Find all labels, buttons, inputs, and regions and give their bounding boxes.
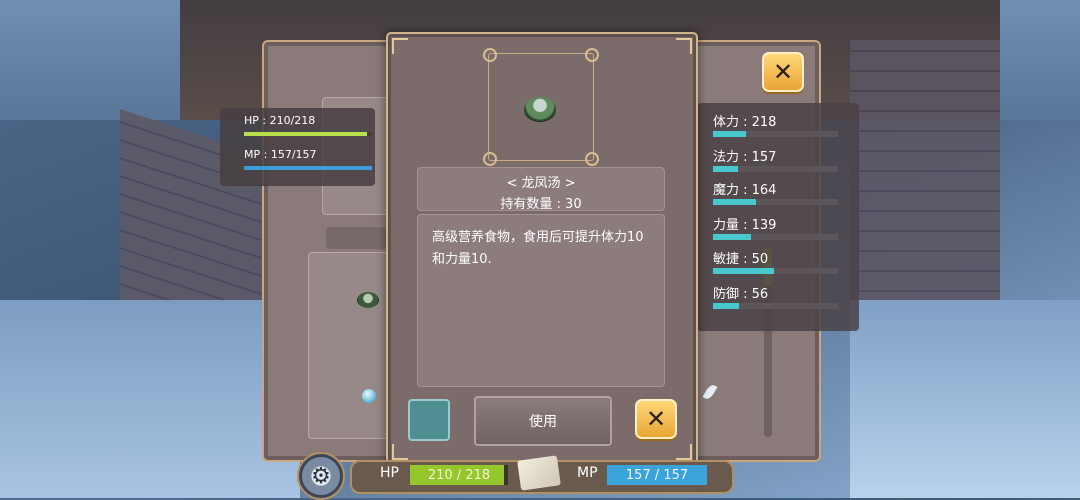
mp-label: MP : 157/157 (244, 148, 317, 161)
attribute-label: 力量 : 139 (713, 218, 777, 233)
scene-ice-right (850, 300, 1080, 498)
attribute-bar-fill (713, 166, 738, 172)
hud-hp-label: HP (380, 465, 399, 481)
inventory-grid (308, 252, 390, 439)
attribute-row: 魔力 : 164 (713, 179, 853, 209)
close-detail-button[interactable]: ✕ (635, 399, 677, 439)
attribute-label: 体力 : 218 (713, 115, 777, 130)
attribute-label: 魔力 : 164 (713, 183, 777, 198)
frame-ornament (392, 38, 408, 54)
frame-ornament (585, 48, 599, 62)
attribute-row: 力量 : 139 (713, 214, 853, 244)
hp-bar-fill (244, 132, 368, 136)
frame-ornament (483, 152, 497, 166)
soup-bowl-icon (524, 97, 556, 121)
item-description: 高级营养食物，食用后可提升体力10和力量10. (432, 230, 644, 267)
frame-ornament (676, 444, 692, 460)
tab-strip (326, 227, 386, 249)
attribute-row: 法力 : 157 (713, 146, 853, 176)
settings-button[interactable]: ⚙ (297, 452, 345, 500)
attribute-bar (713, 303, 838, 309)
attribute-row: 体力 : 218 (713, 111, 853, 141)
close-icon: ✕ (772, 58, 794, 86)
scene-ice-left (0, 300, 300, 498)
soup-bowl-icon[interactable] (357, 292, 379, 308)
attribute-row: 防御 : 56 (713, 283, 853, 313)
item-name: < 龙凤汤 > (506, 176, 576, 191)
quantity-slot[interactable] (408, 399, 450, 441)
mp-bar-fill (244, 166, 372, 170)
attribute-row: 敏捷 : 50 (713, 248, 853, 278)
gear-icon: ⚙ (311, 463, 331, 489)
frame-ornament (585, 152, 599, 166)
attribute-label: 敏捷 : 50 (713, 252, 769, 267)
orb-item-icon[interactable] (362, 389, 376, 403)
attribute-bar-fill (713, 268, 775, 274)
feather-item-icon[interactable] (702, 383, 718, 401)
hp-bar (244, 132, 372, 136)
attribute-bar-fill (713, 131, 746, 137)
attribute-bar (713, 199, 838, 205)
use-button[interactable]: 使用 (474, 396, 612, 446)
attribute-bar-fill (713, 199, 756, 205)
item-name-box: < 龙凤汤 > 持有数量 : 30 (417, 167, 665, 212)
item-description-box: 高级营养食物，食用后可提升体力10和力量10. (417, 214, 665, 387)
status-hud: HP 210 / 218 MP 157 / 157 (350, 455, 734, 494)
close-icon: ✕ (645, 405, 667, 433)
attribute-bar (713, 234, 838, 240)
attribute-bar (713, 131, 838, 137)
item-detail-dialog: < 龙凤汤 > 持有数量 : 30 高级营养食物，食用后可提升体力10和力量10… (386, 32, 698, 466)
frame-ornament (392, 444, 408, 460)
attribute-label: 防御 : 56 (713, 287, 769, 302)
hud-mp-value: 157 / 157 (625, 467, 689, 483)
attribute-bar-fill (713, 303, 740, 309)
hud-mp-label: MP (577, 465, 598, 481)
attribute-label: 法力 : 157 (713, 150, 777, 165)
hud-hp-value: 210 / 218 (427, 467, 491, 483)
attribute-bar-fill (713, 234, 751, 240)
frame-ornament (483, 48, 497, 62)
cards-icon[interactable] (517, 455, 561, 491)
item-quantity: 持有数量 : 30 (500, 197, 582, 212)
attributes-panel: 体力 : 218 法力 : 157 魔力 : 164 力量 : 139 敏捷 :… (697, 103, 859, 331)
attribute-bar (713, 166, 838, 172)
close-inventory-button[interactable]: ✕ (762, 52, 804, 92)
attribute-bar (713, 268, 838, 274)
hp-label: HP : 210/218 (244, 114, 316, 127)
frame-ornament (676, 38, 692, 54)
character-stats: HP : 210/218 MP : 157/157 (220, 108, 375, 186)
mp-bar (244, 166, 372, 170)
